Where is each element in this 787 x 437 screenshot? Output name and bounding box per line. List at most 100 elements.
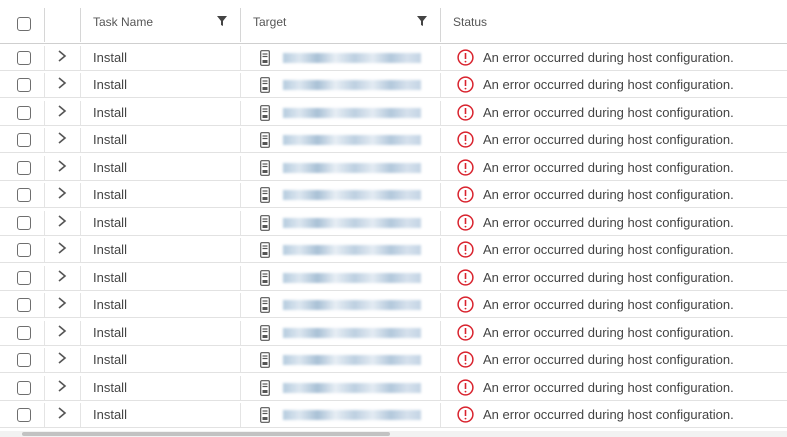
row-checkbox[interactable] [17,243,31,257]
column-divider [80,375,81,400]
chevron-right-icon[interactable] [57,214,67,227]
column-divider [240,210,241,235]
row-checkbox[interactable] [17,353,31,367]
column-divider [440,155,441,180]
column-divider [440,100,441,125]
target-link-redacted[interactable] [283,410,421,420]
host-server-icon [260,187,270,203]
row-checkbox[interactable] [17,188,31,202]
column-divider [440,293,441,317]
target-link-redacted[interactable] [283,162,421,173]
target-link-redacted[interactable] [283,190,421,200]
column-divider [440,265,441,290]
error-circle-icon [457,296,474,313]
column-divider [44,238,45,262]
host-server-icon [260,77,270,93]
row-checkbox[interactable] [17,105,31,120]
table-row[interactable]: Install An error occurred during host co… [0,264,787,291]
target-link-redacted[interactable] [283,217,421,228]
task-name-cell: Install [93,269,127,285]
target-link-redacted[interactable] [283,245,421,255]
target-link-redacted[interactable] [283,272,421,283]
target-link-redacted[interactable] [283,52,421,63]
table-row[interactable]: Install An error occurred during host co… [0,99,787,126]
column-divider [44,320,45,345]
table-row[interactable]: Install An error occurred during host co… [0,236,787,263]
select-all-checkbox[interactable] [17,17,31,31]
chevron-right-icon[interactable] [57,379,67,392]
host-server-icon [260,214,270,231]
host-server-icon [260,379,270,396]
row-checkbox[interactable] [17,160,31,175]
row-checkbox[interactable] [17,298,31,312]
task-name-cell: Install [93,407,127,422]
column-divider [440,238,441,262]
error-circle-icon [457,213,474,231]
target-link-redacted[interactable] [283,107,421,118]
column-divider [440,73,441,97]
column-divider [440,45,441,70]
task-name-cell: Install [93,379,127,395]
table-row[interactable]: Install An error occurred during host co… [0,154,787,181]
chevron-right-icon[interactable] [57,242,67,254]
chevron-right-icon[interactable] [57,132,67,144]
column-divider [80,183,81,207]
column-divider [240,238,241,262]
table-row[interactable]: Install An error occurred during host co… [0,319,787,346]
table-row[interactable]: Install An error occurred during host co… [0,209,787,236]
table-row[interactable]: Install An error occurred during host co… [0,44,787,71]
target-link-redacted[interactable] [283,327,421,338]
table-row[interactable]: Install An error occurred during host co… [0,181,787,208]
column-divider[interactable] [440,8,441,42]
chevron-right-icon[interactable] [57,159,67,172]
error-circle-icon [457,268,474,286]
target-link-redacted[interactable] [283,135,421,145]
target-link-redacted[interactable] [283,80,421,90]
chevron-right-icon[interactable] [57,269,67,282]
column-header-status[interactable]: Status [453,0,753,43]
filter-icon[interactable] [217,16,227,26]
filter-icon[interactable] [417,16,427,26]
column-divider [80,265,81,290]
host-server-icon [260,159,270,176]
column-divider [44,293,45,317]
chevron-right-icon[interactable] [57,49,67,62]
column-divider[interactable] [240,8,241,42]
target-link-redacted[interactable] [283,382,421,393]
column-divider [240,293,241,317]
target-link-redacted[interactable] [283,300,421,310]
table-row[interactable]: Install An error occurred during host co… [0,346,787,373]
column-header-task-name[interactable]: Task Name [93,0,233,43]
chevron-right-icon[interactable] [57,77,67,89]
column-header-target[interactable]: Target [253,0,413,43]
chevron-right-icon[interactable] [57,187,67,199]
error-circle-icon [457,186,474,203]
chevron-right-icon[interactable] [57,104,67,117]
table-row[interactable]: Install An error occurred during host co… [0,291,787,318]
row-checkbox[interactable] [17,50,31,65]
chevron-right-icon[interactable] [57,352,67,364]
table-row[interactable]: Install An error occurred during host co… [0,71,787,98]
row-checkbox[interactable] [17,270,31,285]
row-checkbox[interactable] [17,133,31,147]
row-checkbox[interactable] [17,380,31,395]
column-divider [44,155,45,180]
column-divider [440,403,441,427]
row-checkbox[interactable] [17,78,31,92]
chevron-right-icon[interactable] [57,324,67,337]
row-checkbox[interactable] [17,408,31,422]
horizontal-scrollbar-thumb[interactable] [22,432,390,436]
task-name-cell: Install [93,159,127,175]
row-checkbox[interactable] [17,325,31,340]
row-checkbox[interactable] [17,215,31,230]
column-divider [80,210,81,235]
table-row[interactable]: Install An error occurred during host co… [0,126,787,153]
error-circle-icon [457,131,474,148]
column-divider [240,265,241,290]
target-link-redacted[interactable] [283,355,421,365]
chevron-right-icon[interactable] [57,297,67,309]
chevron-right-icon[interactable] [57,407,67,419]
table-row[interactable]: Install An error occurred during host co… [0,374,787,401]
error-circle-icon [457,378,474,396]
table-row[interactable]: Install An error occurred during host co… [0,401,787,428]
